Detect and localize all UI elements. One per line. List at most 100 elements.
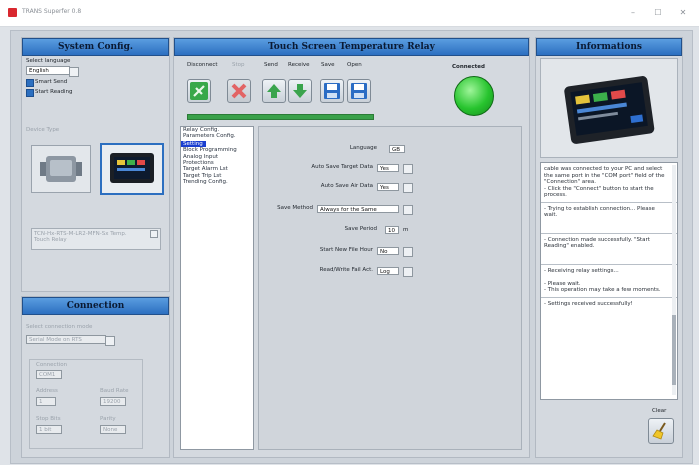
- save-period-field[interactable]: 10: [385, 226, 399, 234]
- connection-mode-value: Serial Mode on RTS: [29, 337, 82, 343]
- connection-group: Connection COM1 Address 1 Baud Rate 1920…: [29, 359, 143, 449]
- device-dropdown-arrow[interactable]: [150, 230, 158, 238]
- receive-label: Receive: [288, 62, 310, 68]
- device-photo: [540, 58, 678, 158]
- log-message: - Receiving relay settings... - Please w…: [544, 267, 661, 294]
- chevron-down-icon[interactable]: [403, 205, 413, 215]
- start-reading-label: Start Reading: [35, 89, 73, 95]
- information-log[interactable]: cable was connected to your PC and selec…: [540, 162, 678, 400]
- device-description-box: TCN-Hx-RTS-M-LR2-MFN-Sx Temp. Touch Rela…: [31, 228, 161, 250]
- chevron-down-icon: [69, 67, 79, 77]
- log-scrollbar[interactable]: [672, 165, 676, 395]
- send-label: Send: [264, 62, 278, 68]
- app-icon: [8, 8, 17, 17]
- chevron-down-icon[interactable]: [403, 247, 413, 257]
- stop-x-icon: [230, 82, 248, 100]
- stop-bits-select[interactable]: 1 bit: [36, 425, 62, 434]
- connection-panel: Connection Select connection mode Serial…: [21, 296, 170, 458]
- fail-action-select[interactable]: Log: [377, 267, 399, 275]
- informations-header: Informations: [536, 38, 682, 56]
- connection-status-label: Connected: [452, 64, 485, 70]
- menu-item-parameters-config[interactable]: Parameters Config.: [181, 133, 253, 139]
- open-button[interactable]: [347, 79, 371, 103]
- address-label: Address: [36, 388, 58, 394]
- disconnect-label: Disconnect: [187, 62, 218, 68]
- title-bar: TRANS Superfer 0.8 – ☐ ✕: [0, 0, 699, 27]
- arrow-down-icon: [291, 82, 309, 100]
- chevron-down-icon[interactable]: [403, 164, 413, 174]
- com-port-select[interactable]: COM1: [36, 370, 62, 379]
- plug-icon: [190, 82, 208, 100]
- auto-save-target-select[interactable]: Yes: [377, 164, 399, 172]
- floppy-open-icon: [350, 82, 368, 100]
- close-button[interactable]: ✕: [673, 7, 693, 19]
- informations-panel: Informations cable was connected to your…: [535, 37, 683, 458]
- connection-mode-label: Select connection mode: [26, 324, 93, 330]
- smart-send-label: Smart Send: [35, 79, 68, 85]
- settings-form: Language GB Auto Save Target Data Yes Au…: [258, 126, 522, 450]
- parity-value: None: [103, 427, 118, 433]
- open-label: Open: [347, 62, 362, 68]
- menu-item-trending-config[interactable]: Trending Config.: [181, 179, 253, 185]
- device-relay-image[interactable]: [31, 145, 91, 193]
- connection-header: Connection: [22, 297, 169, 315]
- stop-bits-value: 1 bit: [39, 427, 52, 433]
- language-select[interactable]: English: [26, 66, 79, 77]
- save-method-select[interactable]: Always for the Same: [317, 205, 399, 213]
- relay-header: Touch Screen Temperature Relay: [174, 38, 529, 56]
- com-port-value: COM1: [39, 372, 56, 378]
- auto-save-air-label: Auto Save Air Data: [320, 183, 373, 189]
- baud-rate-label: Baud Rate: [100, 388, 129, 394]
- clear-button[interactable]: [648, 418, 674, 444]
- address-value: 1: [39, 399, 43, 405]
- parity-select[interactable]: None: [100, 425, 126, 434]
- stop-bits-label: Stop Bits: [36, 416, 61, 422]
- language-value: English: [29, 68, 49, 74]
- save-label: Save: [321, 62, 335, 68]
- start-reading-checkbox[interactable]: [26, 89, 34, 97]
- save-period-unit: m: [403, 227, 409, 233]
- new-file-hour-label: Start New File Hour: [319, 247, 373, 253]
- arrow-up-icon: [265, 82, 283, 100]
- disconnect-button[interactable]: [187, 79, 211, 103]
- chevron-down-icon[interactable]: [403, 183, 413, 193]
- log-message: - Settings received successfully!: [544, 300, 633, 307]
- maximize-button[interactable]: ☐: [648, 7, 668, 19]
- log-message: - Connection made successfully. "Start R…: [544, 236, 650, 250]
- new-file-hour-select[interactable]: No: [377, 247, 399, 255]
- floppy-disk-icon: [323, 82, 341, 100]
- auto-save-air-select[interactable]: Yes: [377, 183, 399, 191]
- device-description: TCN-Hx-RTS-M-LR2-MFN-Sx Temp. Touch Rela…: [34, 231, 127, 243]
- connection-mode-select[interactable]: Serial Mode on RTS: [26, 335, 115, 346]
- smart-send-checkbox[interactable]: [26, 79, 34, 87]
- relay-panel: Touch Screen Temperature Relay Disconnec…: [173, 37, 530, 458]
- chevron-down-icon: [105, 336, 115, 346]
- stop-button[interactable]: [227, 79, 251, 103]
- language-setting-field[interactable]: GB: [389, 145, 405, 153]
- parity-label: Parity: [100, 416, 116, 422]
- fail-action-label: Read/Write Fail Act.: [319, 267, 373, 273]
- auto-save-target-label: Auto Save Target Data: [311, 164, 373, 170]
- stop-label: Stop: [232, 62, 245, 68]
- window-title: TRANS Superfer 0.8: [22, 8, 82, 15]
- minimize-button[interactable]: –: [623, 7, 643, 19]
- broom-icon: [652, 422, 670, 440]
- device-touchscreen-image[interactable]: [100, 143, 164, 195]
- send-button[interactable]: [262, 79, 286, 103]
- settings-menu-list[interactable]: Relay Config. Parameters Config. Setting…: [180, 126, 254, 450]
- system-config-panel: System Config. Select language English S…: [21, 37, 170, 292]
- address-field[interactable]: 1: [36, 397, 56, 406]
- baud-rate-value: 19200: [103, 399, 121, 405]
- receive-button[interactable]: [288, 79, 312, 103]
- language-setting-label: Language: [349, 145, 377, 151]
- save-period-label: Save Period: [344, 226, 377, 232]
- clear-label: Clear: [652, 408, 667, 414]
- connection-status-led: [454, 76, 494, 116]
- log-scrollbar-thumb[interactable]: [672, 315, 676, 385]
- save-button[interactable]: [320, 79, 344, 103]
- baud-rate-select[interactable]: 19200: [100, 397, 126, 406]
- save-method-label: Save Method: [277, 205, 313, 211]
- chevron-down-icon[interactable]: [403, 267, 413, 277]
- system-config-header: System Config.: [22, 38, 169, 56]
- device-type-label: Device Type: [26, 127, 60, 133]
